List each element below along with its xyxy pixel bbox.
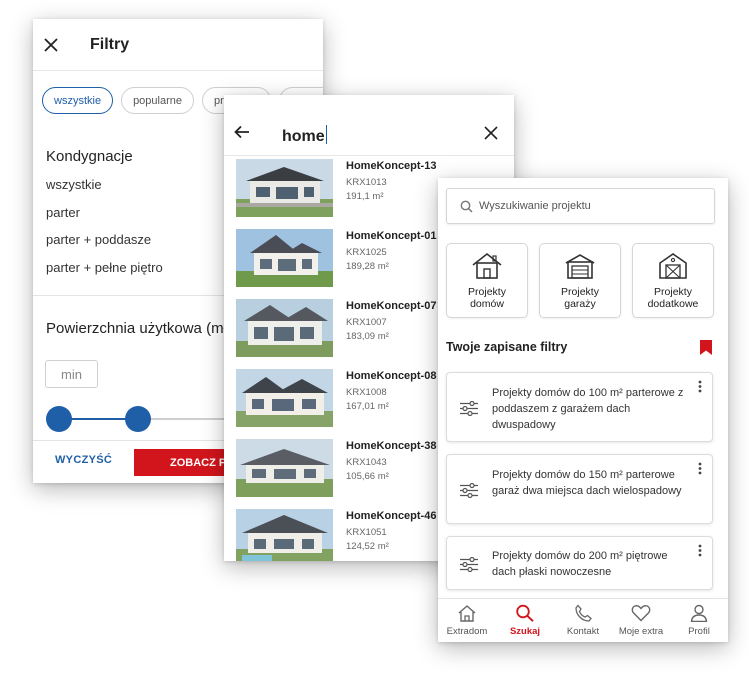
result-name: HomeKoncept-01	[346, 230, 437, 242]
filter-sliders-icon	[460, 556, 478, 577]
category-label-line: garaży	[564, 298, 596, 310]
result-area: 124,52 m²	[346, 541, 389, 552]
result-area: 189,28 m²	[346, 261, 389, 272]
house-thumbnail	[236, 369, 333, 427]
project-search-box[interactable]	[446, 188, 715, 224]
search-query-text: home	[282, 128, 325, 145]
tab-contact[interactable]: Kontakt	[554, 599, 612, 642]
result-name: HomeKoncept-38	[346, 440, 437, 452]
area-min-field[interactable]: min	[45, 360, 98, 388]
category-label: Projekty garaży	[540, 286, 620, 310]
category-houses[interactable]: Projekty domów	[446, 243, 528, 318]
filter-sliders-icon	[460, 482, 478, 503]
house-icon	[470, 251, 504, 286]
saved-filters-title: Twoje zapisane filtry	[446, 340, 568, 354]
tab-extradom[interactable]: Extradom	[438, 599, 496, 642]
search-icon	[460, 200, 473, 213]
result-area: 167,01 m²	[346, 401, 389, 412]
category-label: Projekty domów	[447, 286, 527, 310]
saved-filter-text: Projekty domów do 100 m² parterowe z pod…	[492, 387, 684, 431]
saved-filter-text: Projekty domów do 200 m² piętrowe dach p…	[492, 550, 668, 578]
result-name: HomeKoncept-13	[346, 160, 437, 172]
more-vertical-icon[interactable]	[698, 462, 702, 480]
category-label-line: dodatkowe	[647, 298, 699, 310]
house-thumbnail	[236, 299, 333, 357]
search-header: home	[224, 95, 514, 156]
user-icon	[689, 604, 709, 627]
tab-my-extra[interactable]: Moje extra	[612, 599, 670, 642]
result-code: KRX1025	[346, 247, 387, 258]
result-name: HomeKoncept-07	[346, 300, 437, 312]
category-label-line: Projekty	[561, 286, 599, 298]
bookmark-icon[interactable]	[700, 340, 712, 360]
category-label-line: Projekty	[468, 286, 506, 298]
search-query-input[interactable]: home	[282, 125, 328, 146]
home-screen: Projektydomów Projektygaraży Projektydod…	[438, 178, 728, 642]
garage-icon	[563, 251, 597, 286]
phone-icon	[573, 604, 593, 627]
tab-label: Extradom	[446, 626, 488, 637]
result-area: 183,09 m²	[346, 331, 389, 342]
category-garages[interactable]: Projekty garaży	[539, 243, 621, 318]
text-caret	[325, 125, 328, 144]
result-name: HomeKoncept-46	[346, 510, 437, 522]
result-name: HomeKoncept-08	[346, 370, 437, 382]
close-icon[interactable]	[42, 36, 60, 54]
back-arrow-icon[interactable]	[234, 125, 250, 144]
category-label-line: domów	[470, 298, 504, 310]
saved-filter-card[interactable]: Projekty domów do 100 m² parterowe z pod…	[446, 372, 713, 442]
result-code: KRX1051	[346, 527, 387, 538]
tab-label: Profil	[688, 626, 710, 637]
tab-search[interactable]: Szukaj	[496, 599, 554, 642]
slider-knob-min[interactable]	[46, 406, 72, 432]
category-label: Projekty dodatkowe	[633, 286, 713, 310]
saved-filter-card[interactable]: Projekty domów do 200 m² piętrowe dach p…	[446, 536, 713, 590]
result-area: 191,1 m²	[346, 191, 384, 202]
home-icon	[457, 604, 477, 627]
category-additional[interactable]: Projekty dodatkowe	[632, 243, 714, 318]
house-thumbnail	[236, 159, 333, 217]
result-code: KRX1008	[346, 387, 387, 398]
house-thumbnail	[236, 509, 333, 561]
clear-button[interactable]: WYCZYŚĆ	[55, 454, 112, 466]
search-input[interactable]	[479, 200, 699, 212]
tab-label: Szukaj	[509, 626, 541, 637]
heart-icon	[631, 604, 651, 627]
saved-filter-text: Projekty domów do 150 m² parterowe garaż…	[492, 469, 682, 497]
more-vertical-icon[interactable]	[698, 380, 702, 398]
result-code: KRX1043	[346, 457, 387, 468]
saved-filters-list: Projekty domów do 100 m² parterowe z pod…	[446, 372, 713, 602]
result-area: 105,66 m²	[346, 471, 389, 482]
house-thumbnail	[236, 439, 333, 497]
category-label-line: Projekty	[654, 286, 692, 298]
chip-popular[interactable]: popularne	[121, 87, 194, 114]
chip-all[interactable]: wszystkie	[42, 87, 114, 114]
slider-knob-max[interactable]	[125, 406, 151, 432]
tab-profile[interactable]: Profil	[670, 599, 728, 642]
barn-icon	[656, 251, 690, 286]
more-vertical-icon[interactable]	[698, 544, 702, 562]
saved-filter-card[interactable]: Projekty domów do 150 m² parterowe garaż…	[446, 454, 713, 524]
filters-header: Filtry	[33, 19, 323, 71]
search-icon	[515, 604, 535, 627]
tab-label: Kontakt	[566, 626, 600, 637]
filter-sliders-icon	[460, 400, 478, 421]
result-code: KRX1007	[346, 317, 387, 328]
filters-title: Filtry	[90, 35, 130, 53]
result-code: KRX1013	[346, 177, 387, 188]
category-tiles: Projekty domów Projekty garaży Projekty dod…	[446, 243, 714, 318]
clear-search-icon[interactable]	[484, 126, 498, 145]
tab-label: Moje extra	[618, 626, 664, 637]
bottom-tab-bar: Extradom Szukaj Kontakt Moje extra Profi…	[438, 598, 728, 642]
house-thumbnail	[236, 229, 333, 287]
